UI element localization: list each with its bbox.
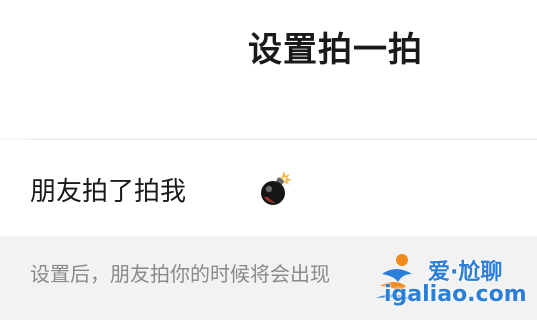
navigation-header: 设置拍一拍	[0, 0, 537, 90]
pat-text-setting-row[interactable]: 朋友拍了拍我	[0, 140, 537, 236]
setting-label: 朋友拍了拍我	[30, 177, 187, 207]
hint-text: 设置后，朋友拍你的时候将会出现	[30, 262, 330, 286]
watermark-url: igaliao.com	[384, 282, 527, 307]
section-spacer	[0, 90, 537, 138]
site-watermark: 爱·尬聊 igaliao.com	[372, 250, 532, 312]
bomb-icon	[256, 168, 296, 208]
page-title: 设置拍一拍	[248, 30, 423, 70]
page: 设置拍一拍 朋友拍了拍我 设置后，朋友拍你的时候将会出现 爱·尬聊 igalia…	[0, 0, 537, 320]
